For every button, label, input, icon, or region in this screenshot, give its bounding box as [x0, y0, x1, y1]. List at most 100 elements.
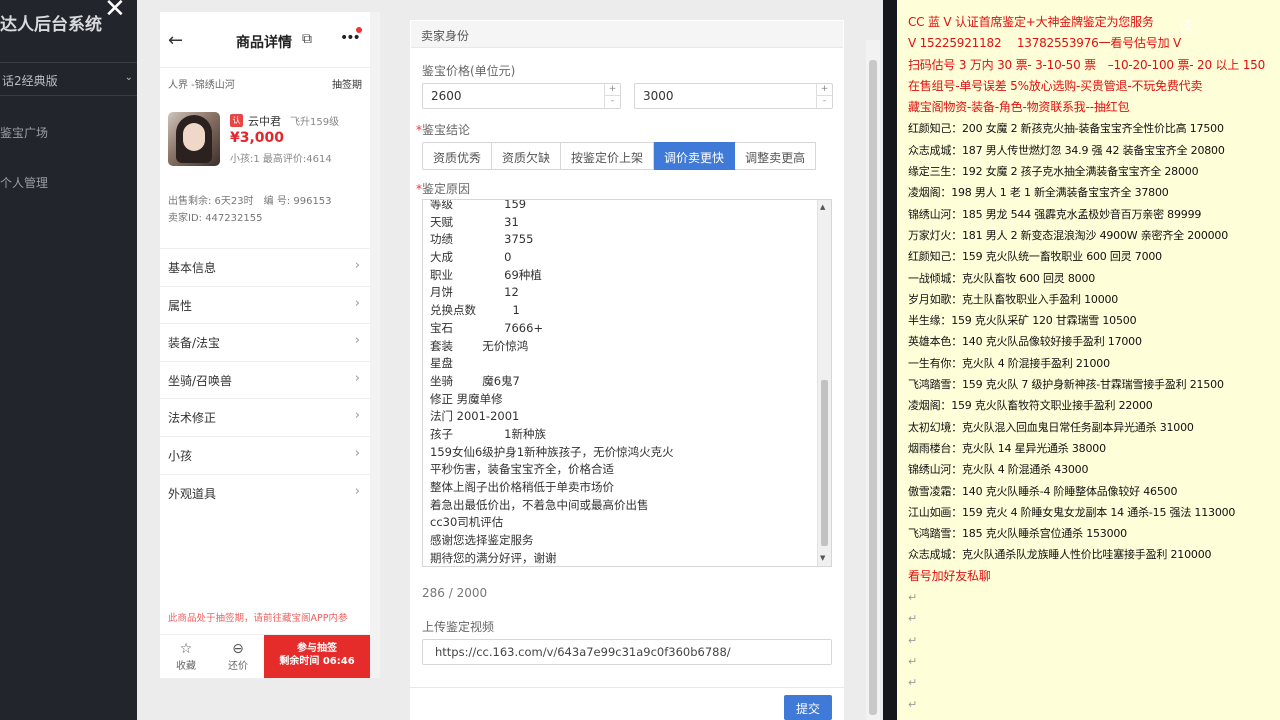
video-label: 上传鉴定视频	[422, 620, 495, 634]
note-empty-line: ↵	[908, 654, 918, 668]
phone-title: 商品详情	[236, 35, 292, 51]
bargain-icon: ⊖	[232, 641, 244, 657]
scroll-down-icon[interactable]: ▼	[820, 554, 825, 562]
note-empty-line: ↵	[908, 676, 918, 690]
reason-textarea[interactable]: 等级 159 天赋 31 功绩 3755 大成 0 职业 69种植 月饼 12 兑换点数 1…	[422, 199, 832, 567]
reason-line: 兑换点数 1	[430, 303, 520, 318]
menu-item-label: 法术修正	[168, 411, 217, 426]
reason-line: 159女仙6级护身1新种族孩子，无价惊鸿火克火	[430, 444, 674, 459]
app-title: 达人后台系统	[0, 15, 102, 35]
bargain-button[interactable]: ⊖ 还价	[218, 641, 258, 672]
price-min-input[interactable]: 2600 + -	[422, 83, 621, 109]
version-label: 话2经典版	[2, 74, 58, 88]
increment-button[interactable]: +	[816, 84, 832, 96]
increment-button[interactable]: +	[604, 84, 620, 96]
sale-meta: 出售剩余: 6天23时 编 号: 996153	[168, 196, 332, 207]
chevron-right-icon: ›	[354, 408, 360, 424]
menu-item-basic-info[interactable]: 基本信息 ›	[160, 248, 370, 286]
reason-line: 整体上阁子出价格稍低于单卖市场价	[430, 480, 614, 494]
note-line: 锦绣山河：克火队 4 阶混通杀 43000	[908, 463, 1089, 477]
reason-line: 孩子 1新种族	[430, 426, 546, 441]
server-name: 人界 -锦绣山河	[168, 80, 235, 91]
submit-button[interactable]: 提交	[784, 695, 832, 720]
option-excellent[interactable]: 资质优秀	[422, 142, 493, 170]
menu-item-children[interactable]: 小孩 ›	[160, 435, 370, 474]
item-card: 认 云中君 飞升159级 ¥3,000 小孩:1 最高评价:4614	[168, 112, 362, 170]
favorite-button[interactable]: ☆ 收藏	[166, 641, 206, 672]
decrement-button[interactable]: -	[604, 96, 620, 108]
avatar	[168, 112, 220, 166]
chevron-down-icon: ⌄	[124, 72, 133, 83]
menu-item-spell-correction[interactable]: 法术修正 ›	[160, 398, 370, 436]
note-line: 飞鸿踏雪：159 克火队 7 级护身新神孩-甘霖瑞雪接手盈利 21500	[908, 378, 1224, 392]
note-line: CC 蓝 V 认证首席鉴定+大神金牌鉴定为您服务	[908, 15, 1154, 29]
option-sell-higher[interactable]: 调整卖更高	[735, 142, 817, 170]
watermark: 话	[1178, 18, 1195, 37]
admin-sidebar: 达人后台系统 话2经典版 ⌄ 鉴宝广场 个人管理	[0, 0, 137, 720]
price-label: 鉴宝价格(单位元)	[422, 64, 516, 78]
note-empty-line: ↵	[908, 612, 918, 626]
back-arrow-icon[interactable]: ←	[168, 30, 183, 51]
scroll-thumb[interactable]	[821, 380, 828, 546]
phone-header: ← 商品详情 ⧉ •••	[160, 12, 370, 68]
nav-item-appraisal-square[interactable]: 鉴宝广场	[0, 124, 48, 141]
reason-line: 期待您的满分好评，谢谢	[430, 550, 557, 565]
item-sub-info: 小孩:1 最高评价:4614	[230, 154, 332, 165]
share-icon[interactable]: ⧉	[302, 31, 312, 47]
reason-line: 着急出最低价出，不着急中间或最高价出售	[430, 497, 649, 512]
chevron-right-icon: ›	[354, 295, 360, 311]
notes-panel: CC 蓝 V 认证首席鉴定+大神金牌鉴定为您服务 V 15225921182 13…	[897, 0, 1280, 720]
scroll-up-icon[interactable]: ▲	[820, 203, 825, 211]
menu-item-attributes[interactable]: 属性 ›	[160, 285, 370, 324]
menu-item-label: 基本信息	[168, 261, 217, 275]
video-url-input[interactable]: https://cc.163.com/v/643a7e99c31a9c0f360…	[422, 639, 832, 665]
seller-id: 卖家ID: 447232155	[168, 213, 263, 224]
reason-line: 修正 男魔单修	[430, 391, 503, 406]
reason-line: 月饼 12	[430, 285, 519, 300]
reason-scrollbar[interactable]: ▲ ▼	[817, 200, 831, 566]
detail-menu: 基本信息 › 属性 › 装备/法宝 › 坐骑/召唤兽 › 法术修正 › 小孩 › 外观道具 ›	[160, 248, 370, 511]
appraisal-form: 卖家身份 鉴宝价格(单位元) 2600 + - 3000 + - *鉴宝结论 资…	[410, 20, 844, 720]
note-line: 凌烟阁：198 男人 1 老 1 新全满装备宝宝齐全 37800	[908, 186, 1169, 200]
form-scroll-thumb[interactable]	[869, 60, 877, 715]
note-line: 半生缘：159 克火队采矿 120 甘霖瑞雪 10500	[908, 314, 1137, 328]
note-line: 锦绣山河：185 男龙 544 强霹克水孟极妙音百万亲密 89999	[908, 207, 1202, 221]
nav-item-personal[interactable]: 个人管理	[0, 174, 48, 191]
version-selector[interactable]: 话2经典版 ⌄	[0, 62, 137, 96]
server-row: 人界 -锦绣山河 抽签期	[168, 76, 362, 91]
menu-item-label: 小孩	[168, 448, 193, 463]
note-line: 扫码估号 3 万内 30 票- 3-10-50 票 –10-20-100 票- …	[908, 57, 1266, 72]
reason-line: 套装 无价惊鸿	[430, 338, 529, 353]
conclusion-label: *鉴宝结论	[416, 123, 471, 137]
close-icon[interactable]: ✕	[104, 0, 134, 26]
menu-item-label: 外观道具	[168, 486, 217, 501]
preview-scrollbar[interactable]	[370, 12, 380, 678]
price-max-value: 3000	[643, 89, 674, 103]
more-icon[interactable]: •••	[340, 30, 361, 46]
video-url-value: https://cc.163.com/v/643a7e99c31a9c0f360…	[435, 645, 731, 659]
price-max-input[interactable]: 3000 + -	[634, 83, 833, 109]
section-title: 卖家身份	[411, 21, 843, 48]
divider	[410, 687, 844, 688]
option-sell-faster[interactable]: 调价卖更快	[654, 142, 736, 170]
seller-name: 云中君	[248, 115, 281, 128]
menu-item-label: 属性	[168, 298, 193, 313]
note-line: 藏宝阁物资-装备-角色-物资联系我--抽红包	[908, 100, 1130, 115]
decrement-button[interactable]: -	[816, 96, 832, 108]
reason-line: 感谢您选择鉴定服务	[430, 533, 534, 548]
reason-line: 法门 2001-2001	[430, 409, 520, 424]
join-lottery-label: 参与抽签	[297, 643, 337, 654]
menu-item-cosmetics[interactable]: 外观道具 ›	[160, 473, 370, 512]
menu-item-label: 装备/法宝	[168, 336, 221, 351]
bargain-label: 还价	[228, 661, 248, 672]
reason-text: 等级 159 天赋 31 功绩 3755 大成 0 职业 69种植 月饼 12 兑换点数 1…	[430, 200, 820, 566]
option-list-at-price[interactable]: 按鉴定价上架	[561, 142, 655, 170]
item-detail-preview: ← 商品详情 ⧉ ••• 人界 -锦绣山河 抽签期 认 云中君 飞升159级 ¥…	[160, 12, 370, 678]
join-lottery-button[interactable]: 参与抽签 剩余时间 06:46	[264, 635, 370, 678]
note-line: 太初幻境：克火队混入回血鬼日常任务副本异光通杀 31000	[908, 420, 1194, 434]
star-icon: ☆	[179, 641, 193, 657]
bottom-action-bar: ☆ 收藏 ⊖ 还价 参与抽签 剩余时间 06:46	[160, 634, 370, 678]
menu-item-mounts[interactable]: 坐骑/召唤兽 ›	[160, 360, 370, 399]
menu-item-equipment[interactable]: 装备/法宝 ›	[160, 323, 370, 361]
option-lacking[interactable]: 资质欠缺	[492, 142, 562, 170]
